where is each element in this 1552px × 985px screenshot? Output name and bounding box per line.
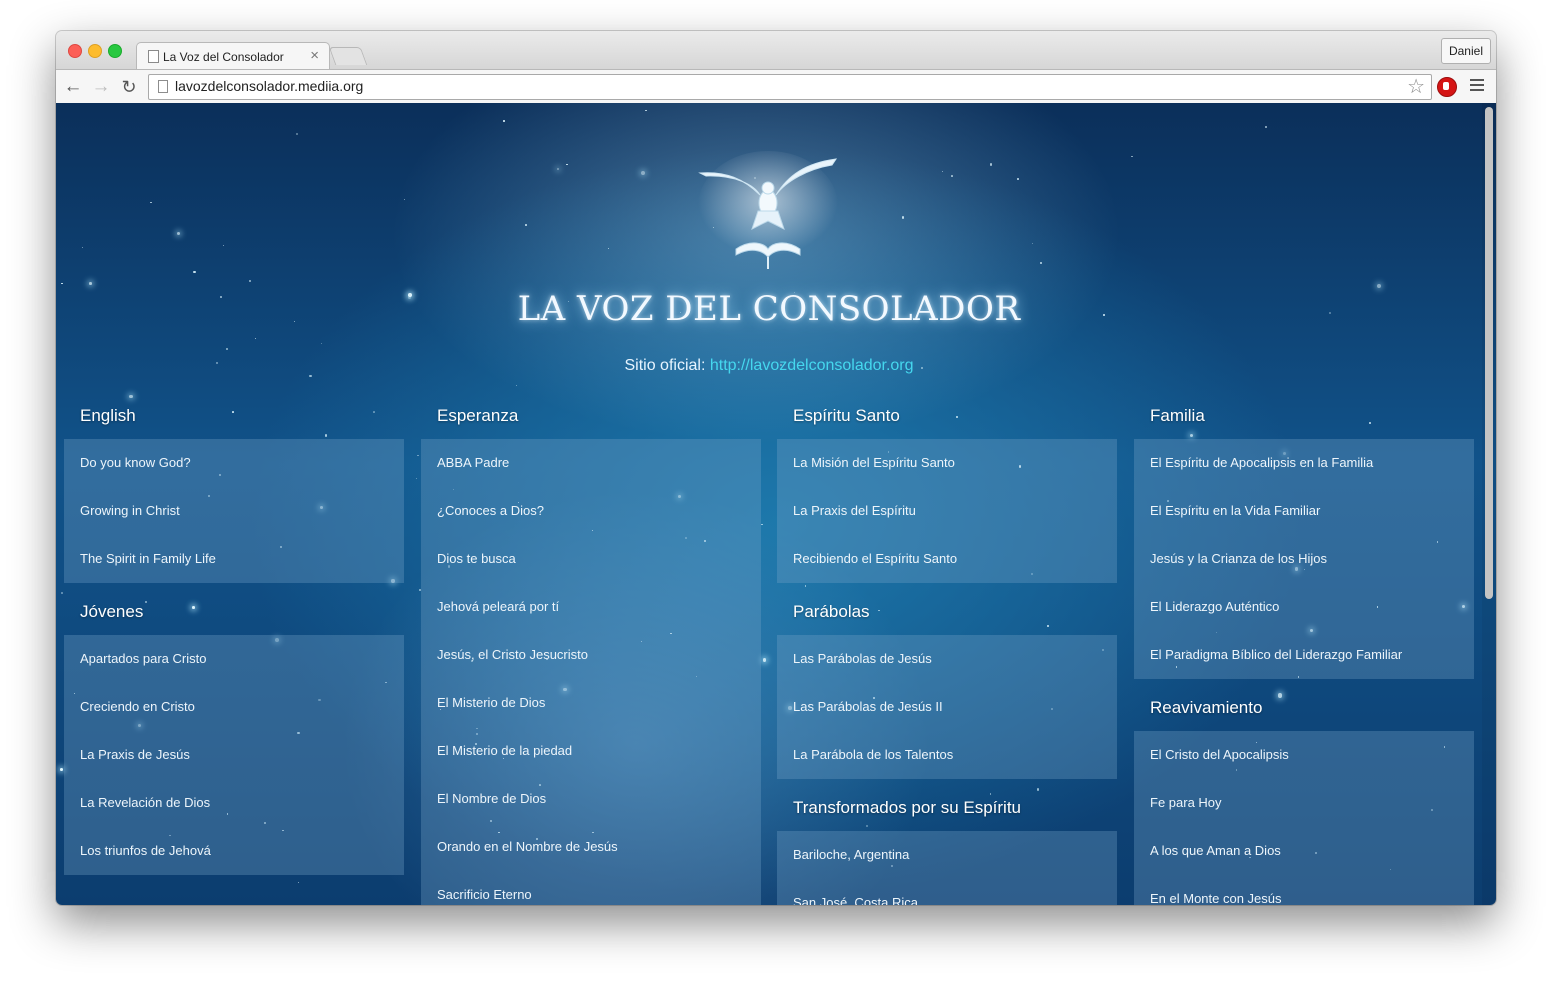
page-icon (148, 50, 159, 63)
browser-tab[interactable]: La Voz del Consolador × (136, 42, 330, 70)
new-tab-button[interactable] (328, 47, 368, 65)
back-arrow-icon[interactable]: ← (63, 77, 83, 97)
section-link[interactable]: Orando en el Nombre de Jesús (421, 823, 761, 871)
section-link-list: El Espíritu de Apocalipsis en la Familia… (1134, 439, 1474, 679)
section-link[interactable]: Apartados para Cristo (64, 635, 404, 683)
section-heading: English (80, 406, 136, 425)
browser-window: La Voz del Consolador × Daniel ← → ↻ lav… (56, 31, 1496, 905)
section-link[interactable]: La Parábola de los Talentos (777, 731, 1117, 779)
section-link[interactable]: Creciendo en Cristo (64, 683, 404, 731)
section-link-list: Apartados para Cristo Creciendo en Cristo… (64, 635, 404, 875)
section-heading: Transformados por su Espíritu (793, 798, 1022, 817)
section-link[interactable]: Recibiendo el Espíritu Santo (777, 535, 1117, 583)
url-text[interactable]: lavozdelconsolador.mediia.org (175, 78, 363, 94)
section-link[interactable]: El Misterio de Dios (421, 679, 761, 727)
section-link[interactable]: El Paradigma Bíblico del Liderazgo Famil… (1134, 631, 1474, 679)
section-link[interactable]: Las Parábolas de Jesús II (777, 683, 1117, 731)
minimize-window-button[interactable] (88, 44, 102, 58)
section-link[interactable]: La Misión del Espíritu Santo (777, 439, 1117, 487)
vertical-scrollbar[interactable] (1482, 103, 1496, 905)
section-link[interactable]: El Nombre de Dios (421, 775, 761, 823)
section-link[interactable]: Jehová peleará por tí (421, 583, 761, 631)
section-link[interactable]: El Misterio de la piedad (421, 727, 761, 775)
section-link[interactable]: A los que Aman a Dios (1134, 827, 1474, 875)
section-link-list: ABBA Padre ¿Conoces a Dios? Dios te busca J… (421, 439, 761, 905)
section-link[interactable]: The Spirit in Family Life (64, 535, 404, 583)
section-link[interactable]: El Espíritu en la Vida Familiar (1134, 487, 1474, 535)
section-link[interactable]: Jesús y la Crianza de los Hijos (1134, 535, 1474, 583)
tab-title: La Voz del Consolador (163, 50, 284, 64)
page-viewport: LA VOZ DEL CONSOLADOR Sitio oficial: htt… (56, 103, 1496, 905)
dove-over-open-bible-logo (698, 151, 838, 269)
section-link-list: Bariloche, Argentina San José, Costa Rica (777, 831, 1117, 905)
section-link[interactable]: El Liderazgo Auténtico (1134, 583, 1474, 631)
section-link[interactable]: Growing in Christ (64, 487, 404, 535)
section-link[interactable]: El Cristo del Apocalipsis (1134, 731, 1474, 779)
section-heading: Esperanza (437, 406, 519, 425)
menu-column: English Do you know God? Growing in Christ… (64, 399, 404, 887)
section-link[interactable]: Dios te busca (421, 535, 761, 583)
section-link[interactable]: La Praxis del Espíritu (777, 487, 1117, 535)
section-link-list: La Misión del Espíritu Santo La Praxis de… (777, 439, 1117, 583)
section-link[interactable]: ABBA Padre (421, 439, 761, 487)
reload-icon[interactable]: ↻ (119, 77, 139, 97)
close-window-button[interactable] (68, 44, 82, 58)
official-site-line: Sitio oficial: http://lavozdelconsolador… (56, 357, 1482, 375)
stop-hand-extension-icon[interactable] (1437, 77, 1457, 97)
forward-arrow-icon[interactable]: → (91, 77, 111, 97)
section-heading: Reavivamiento (1150, 698, 1263, 717)
bookmark-star-icon[interactable]: ☆ (1407, 75, 1425, 99)
profile-button[interactable]: Daniel (1440, 38, 1491, 64)
site-title: LA VOZ DEL CONSOLADOR (517, 289, 1021, 329)
section-link[interactable]: Jesús, el Cristo Jesucristo (421, 631, 761, 679)
section-link[interactable]: Las Parábolas de Jesús (777, 635, 1117, 683)
section-heading: Parábolas (793, 602, 870, 621)
section-link[interactable]: El Espíritu de Apocalipsis en la Familia (1134, 439, 1474, 487)
scrollbar-thumb[interactable] (1485, 107, 1493, 599)
section-link[interactable]: Fe para Hoy (1134, 779, 1474, 827)
section-link-list: Las Parábolas de Jesús Las Parábolas de J… (777, 635, 1117, 779)
official-site-link[interactable]: http://lavozdelconsolador.org (710, 357, 914, 374)
section-link[interactable]: Do you know God? (64, 439, 404, 487)
section-link[interactable]: En el Monte con Jesús (1134, 875, 1474, 905)
section-link-list: El Cristo del Apocalipsis Fe para Hoy A lo… (1134, 731, 1474, 905)
section-link[interactable]: Sacrificio Eterno (421, 871, 761, 905)
section-heading: Familia (1150, 406, 1205, 425)
address-bar[interactable]: lavozdelconsolador.mediia.org ☆ (148, 74, 1432, 100)
section-link-list: Do you know God? Growing in Christ The Spi… (64, 439, 404, 583)
menu-column: Espíritu Santo La Misión del Espíritu San… (777, 399, 1117, 905)
section-link[interactable]: Bariloche, Argentina (777, 831, 1117, 879)
menu-column: Esperanza ABBA Padre ¿Conoces a Dios? Dios … (421, 399, 761, 905)
section-heading: Espíritu Santo (793, 406, 900, 425)
hamburger-menu-icon[interactable] (1470, 79, 1484, 94)
official-site-label: Sitio oficial: (624, 357, 706, 374)
section-heading: Jóvenes (80, 602, 144, 621)
menu-column: Familia El Espíritu de Apocalipsis en la … (1134, 399, 1474, 905)
section-link[interactable]: Los triunfos de Jehová (64, 827, 404, 875)
title-bar: La Voz del Consolador × Daniel (56, 31, 1496, 70)
section-link[interactable]: ¿Conoces a Dios? (421, 487, 761, 535)
maximize-window-button[interactable] (108, 44, 122, 58)
browser-toolbar: ← → ↻ lavozdelconsolador.mediia.org ☆ (56, 69, 1496, 105)
section-link[interactable]: La Revelación de Dios (64, 779, 404, 827)
tab-close-icon[interactable]: × (310, 47, 319, 64)
page-icon (158, 80, 168, 93)
section-link[interactable]: La Praxis de Jesús (64, 731, 404, 779)
section-link[interactable]: San José, Costa Rica (777, 879, 1117, 905)
